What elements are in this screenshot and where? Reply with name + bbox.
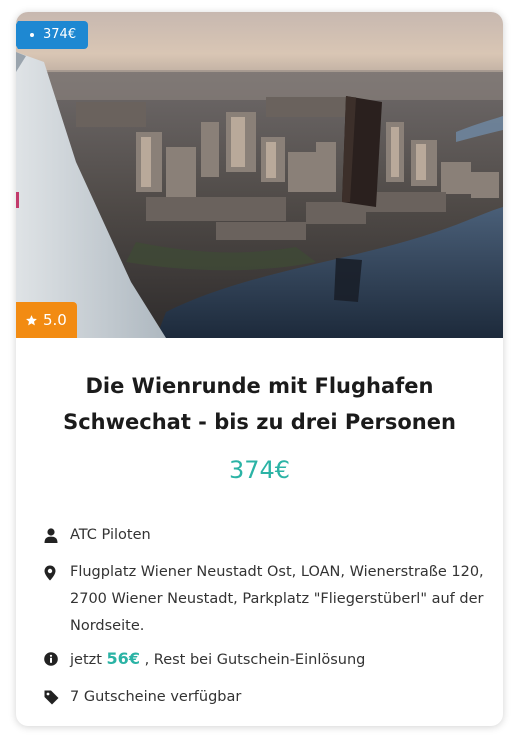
price-tag-badge: 374€ <box>16 21 89 49</box>
offer-card[interactable]: 374€ 5.0 Die Wienrunde mit Flughafen Sch… <box>16 12 503 726</box>
payment-prefix: jetzt <box>70 652 102 668</box>
bullet-dot-icon <box>30 33 34 37</box>
offer-title[interactable]: Die Wienrunde mit Flughafen Schwechat - … <box>36 368 483 440</box>
vouchers-row: 7 Gutscheine verfügbar <box>44 684 484 711</box>
vouchers-available: 7 Gutscheine verfügbar <box>70 689 242 705</box>
aerial-city-photo <box>16 12 503 338</box>
star-icon <box>26 314 37 325</box>
provider-name: ATC Piloten <box>70 527 151 543</box>
tag-icon <box>44 684 70 711</box>
payment-suffix: , Rest bei Gutschein-Einlösung <box>144 652 366 668</box>
user-icon <box>44 522 70 549</box>
offer-details: ATC Piloten Flugplatz Wiener Neustadt Os… <box>44 522 484 721</box>
offer-image[interactable] <box>16 12 503 338</box>
payment-row: jetzt 56€ , Rest bei Gutschein-Einlösung <box>44 645 484 674</box>
payment-amount: 56€ <box>106 649 140 668</box>
provider-row: ATC Piloten <box>44 522 484 549</box>
rating-value: 5.0 <box>43 311 67 329</box>
map-marker-icon <box>44 559 70 586</box>
offer-price: 374€ <box>228 456 291 484</box>
location-address: Flugplatz Wiener Neustadt Ost, LOAN, Wie… <box>70 564 484 634</box>
payment-info: jetzt 56€ , Rest bei Gutschein-Einlösung <box>70 645 484 674</box>
info-circle-icon <box>44 645 70 672</box>
location-row: Flugplatz Wiener Neustadt Ost, LOAN, Wie… <box>44 559 484 640</box>
rating-badge: 5.0 <box>16 302 77 338</box>
price-tag-label: 374€ <box>43 27 77 42</box>
